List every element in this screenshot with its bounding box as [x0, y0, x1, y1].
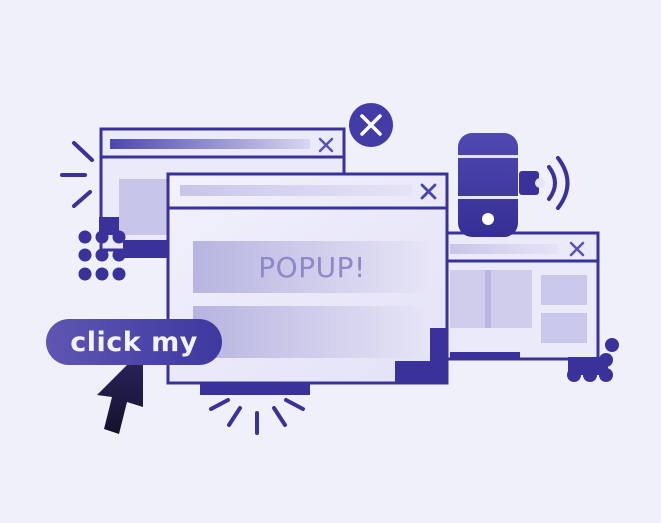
- content-block: [193, 306, 431, 358]
- click-button[interactable]: click my: [46, 319, 222, 365]
- speaker-icon: [519, 156, 570, 210]
- burst-lines-icon: [209, 398, 305, 435]
- popup-label: POPUP!: [193, 241, 431, 293]
- illustration-stage: POPUP! click my: [0, 0, 661, 523]
- popup-label-text: POPUP!: [258, 250, 366, 284]
- burst-lines-icon: [60, 141, 94, 208]
- back-window-right: [431, 231, 600, 361]
- phone-icon: [458, 133, 518, 237]
- click-button-label: click my: [70, 326, 198, 358]
- connector-block: [123, 240, 171, 258]
- close-icon[interactable]: [349, 103, 393, 147]
- dot-grid-icon: [78, 230, 126, 281]
